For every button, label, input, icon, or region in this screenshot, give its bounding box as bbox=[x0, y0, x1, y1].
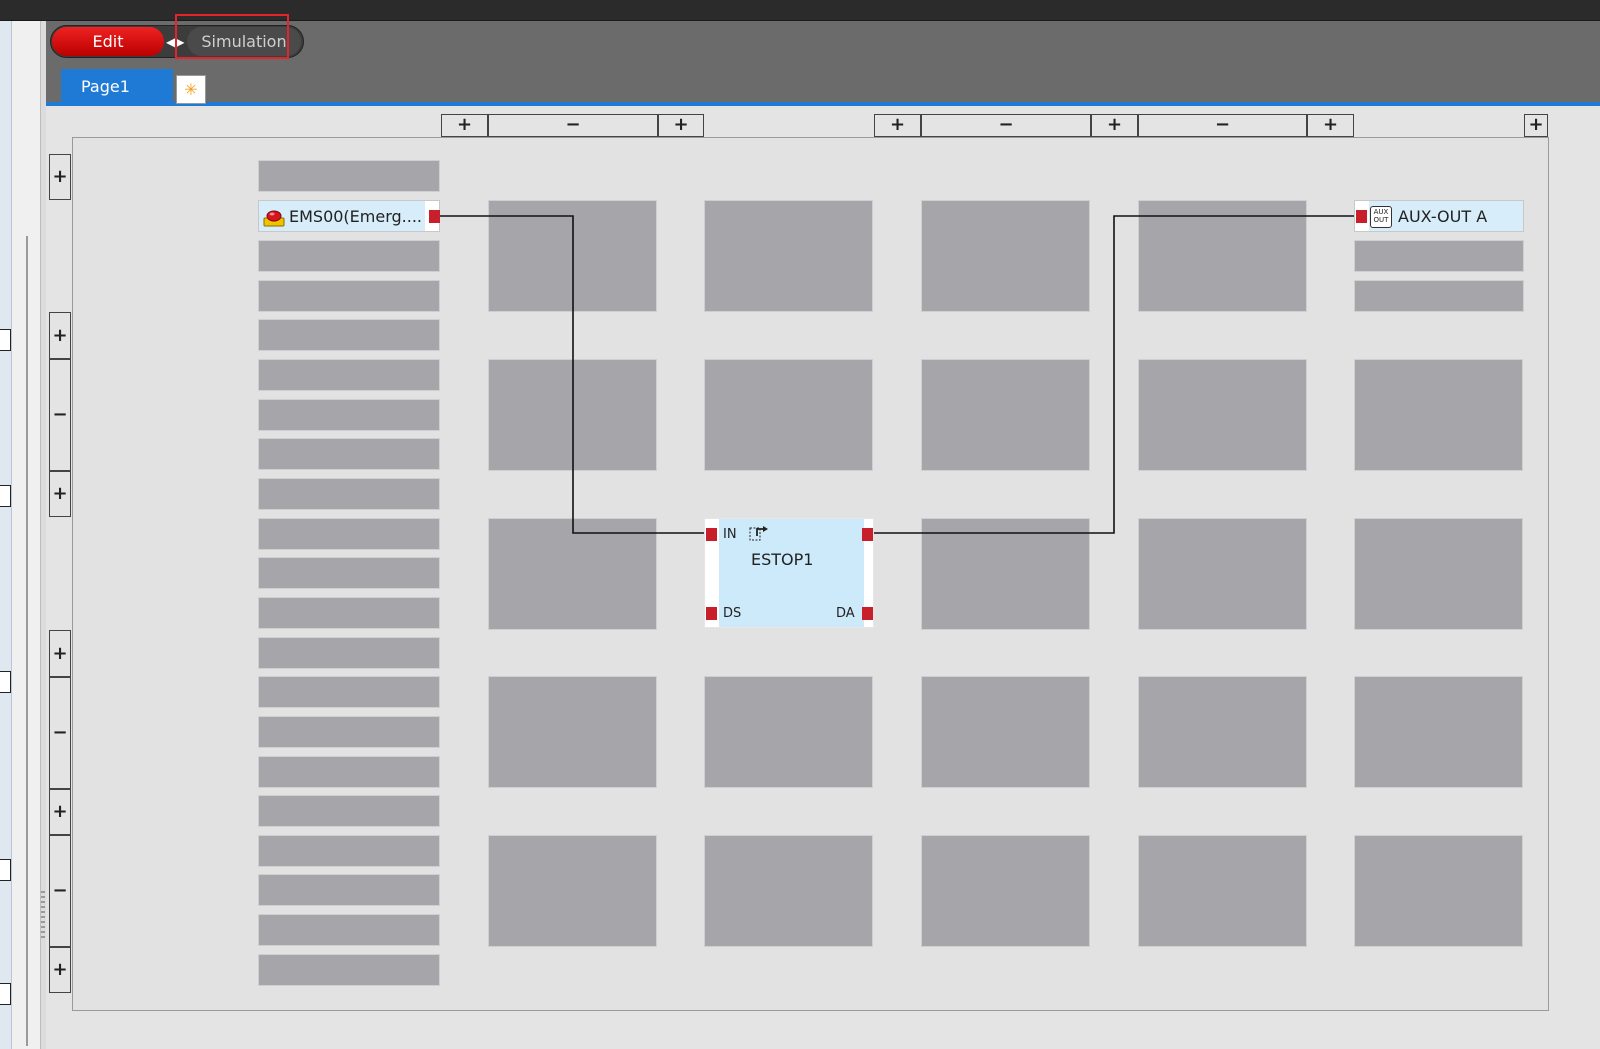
estop-function-block[interactable]: IN DS DA ESTOP1 bbox=[704, 518, 874, 628]
input-slot[interactable] bbox=[258, 637, 440, 669]
input-slot[interactable] bbox=[258, 835, 440, 867]
function-cell[interactable] bbox=[488, 518, 657, 630]
input-slot[interactable] bbox=[258, 597, 440, 629]
function-cell[interactable] bbox=[488, 676, 657, 788]
input-item-ems00[interactable]: EMS00(Emerg.... bbox=[258, 200, 440, 232]
add-column-button[interactable]: + bbox=[1091, 114, 1138, 137]
function-cell[interactable] bbox=[1354, 676, 1523, 788]
left-panel bbox=[0, 21, 47, 1049]
input-slot[interactable] bbox=[258, 518, 440, 550]
output-slot[interactable] bbox=[1354, 240, 1524, 272]
function-cell[interactable] bbox=[1354, 359, 1523, 471]
splitter-grip-icon[interactable] bbox=[41, 891, 45, 941]
function-cell[interactable] bbox=[1138, 518, 1307, 630]
left-panel-checkbox[interactable] bbox=[0, 671, 11, 693]
function-cell[interactable] bbox=[704, 676, 873, 788]
function-block-name: ESTOP1 bbox=[751, 550, 814, 569]
port-da[interactable] bbox=[862, 607, 873, 620]
add-column-button[interactable]: + bbox=[874, 114, 921, 137]
aux-out-icon: AUX OUT bbox=[1370, 206, 1392, 228]
add-row-button[interactable]: + bbox=[49, 947, 71, 993]
input-slot[interactable] bbox=[258, 557, 440, 589]
function-cell[interactable] bbox=[1354, 518, 1523, 630]
input-slot[interactable] bbox=[258, 676, 440, 708]
function-cell[interactable] bbox=[921, 200, 1090, 312]
output-item-label: AUX-OUT A bbox=[1398, 207, 1488, 226]
input-slot[interactable] bbox=[258, 954, 440, 986]
left-ruler-strip bbox=[0, 21, 12, 1049]
port-output[interactable] bbox=[862, 528, 873, 541]
aux-out-icon-text-bottom: OUT bbox=[1373, 216, 1389, 224]
function-cell[interactable] bbox=[921, 518, 1090, 630]
input-slot[interactable] bbox=[258, 160, 440, 192]
input-slot[interactable] bbox=[258, 874, 440, 906]
function-cell[interactable] bbox=[921, 359, 1090, 471]
function-cell[interactable] bbox=[1138, 835, 1307, 947]
input-item-label: EMS00(Emerg.... bbox=[289, 207, 423, 226]
function-cell[interactable] bbox=[1138, 676, 1307, 788]
function-cell[interactable] bbox=[488, 200, 657, 312]
function-cell[interactable] bbox=[704, 835, 873, 947]
simulation-highlight-box bbox=[175, 14, 289, 59]
function-cell[interactable] bbox=[1138, 359, 1307, 471]
add-row-button[interactable]: + bbox=[49, 630, 71, 677]
function-cell[interactable] bbox=[704, 359, 873, 471]
add-row-button[interactable]: + bbox=[49, 789, 71, 835]
remove-column-button[interactable]: − bbox=[1138, 114, 1307, 137]
tab-page1[interactable]: Page1 bbox=[61, 69, 173, 106]
remove-row-button[interactable]: − bbox=[49, 677, 71, 789]
port-in[interactable] bbox=[706, 528, 717, 541]
input-slot[interactable] bbox=[258, 756, 440, 788]
add-column-button[interactable]: + bbox=[658, 114, 704, 137]
add-column-button[interactable]: + bbox=[441, 114, 488, 137]
left-panel-checkbox[interactable] bbox=[0, 859, 11, 881]
remove-row-button[interactable]: − bbox=[49, 359, 71, 471]
input-slot[interactable] bbox=[258, 914, 440, 946]
add-page-icon[interactable]: ✳ bbox=[176, 75, 206, 104]
remove-column-button[interactable]: − bbox=[921, 114, 1091, 137]
function-cell[interactable] bbox=[1138, 200, 1307, 312]
add-column-button[interactable]: + bbox=[1307, 114, 1354, 137]
input-slot[interactable] bbox=[258, 795, 440, 827]
output-item-aux-out-a[interactable]: AUX OUT AUX-OUT A bbox=[1354, 200, 1524, 232]
port-ds-label: DS bbox=[723, 606, 742, 621]
input-output-port[interactable] bbox=[429, 210, 440, 223]
input-slot[interactable] bbox=[258, 478, 440, 510]
input-slot[interactable] bbox=[258, 716, 440, 748]
function-cell[interactable] bbox=[704, 200, 873, 312]
left-panel-scroll-track bbox=[26, 236, 28, 1046]
port-da-label: DA bbox=[836, 606, 855, 621]
edit-mode-button[interactable]: Edit bbox=[52, 27, 164, 56]
estop-function-icon bbox=[749, 526, 768, 541]
input-slot[interactable] bbox=[258, 240, 440, 272]
remove-column-button[interactable]: − bbox=[488, 114, 658, 137]
input-slot[interactable] bbox=[258, 280, 440, 312]
function-cell[interactable] bbox=[1354, 835, 1523, 947]
emergency-stop-icon bbox=[263, 210, 285, 227]
input-slot[interactable] bbox=[258, 359, 440, 391]
port-ds[interactable] bbox=[706, 607, 717, 620]
function-cell[interactable] bbox=[921, 676, 1090, 788]
left-panel-checkbox[interactable] bbox=[0, 485, 11, 507]
function-cell[interactable] bbox=[488, 359, 657, 471]
add-row-button[interactable]: + bbox=[49, 471, 71, 517]
function-cell[interactable] bbox=[921, 835, 1090, 947]
port-in-label: IN bbox=[723, 527, 737, 542]
remove-row-button[interactable]: − bbox=[49, 835, 71, 947]
add-column-button[interactable]: + bbox=[1524, 114, 1548, 137]
output-input-port[interactable] bbox=[1356, 210, 1367, 223]
add-row-button[interactable]: + bbox=[49, 154, 71, 200]
input-slot[interactable] bbox=[258, 438, 440, 470]
add-row-button[interactable]: + bbox=[49, 312, 71, 359]
aux-out-icon-text-top: AUX bbox=[1373, 208, 1389, 216]
left-panel-checkbox[interactable] bbox=[0, 983, 11, 1005]
left-panel-checkbox[interactable] bbox=[0, 329, 11, 351]
input-slot[interactable] bbox=[258, 399, 440, 431]
function-cell[interactable] bbox=[488, 835, 657, 947]
input-slot[interactable] bbox=[258, 319, 440, 351]
output-slot[interactable] bbox=[1354, 280, 1524, 312]
